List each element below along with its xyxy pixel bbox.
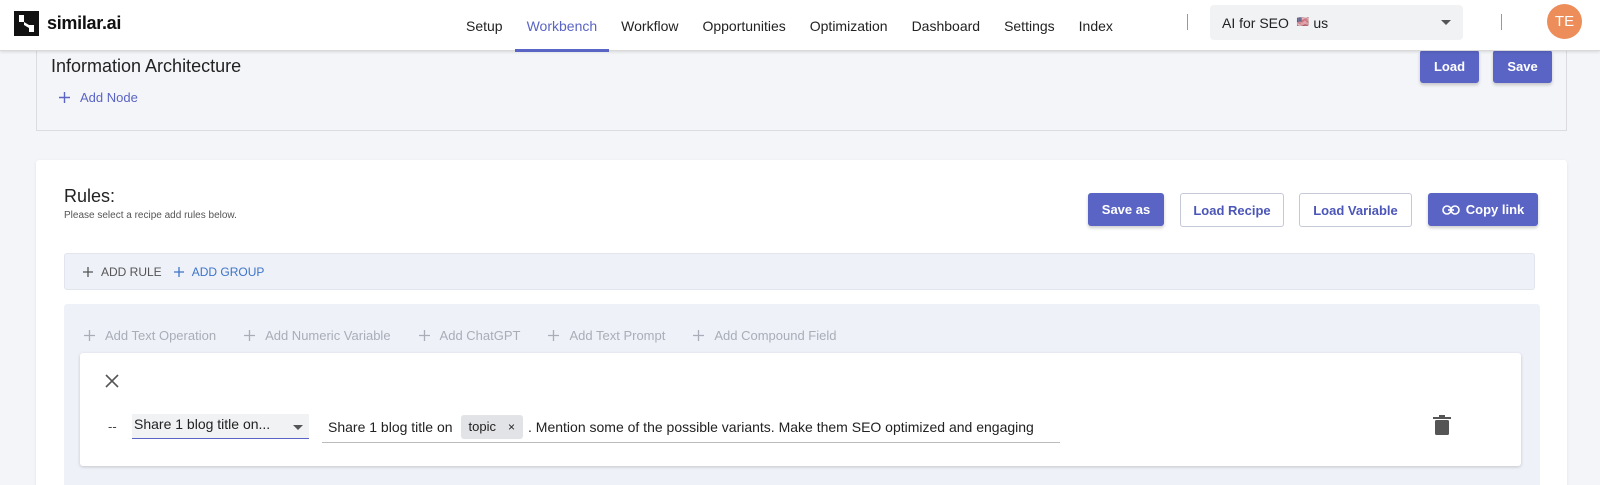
add-numeric-variable-button[interactable]: Add Numeric Variable bbox=[244, 328, 391, 343]
prompt-text-after: . Mention some of the possible variants.… bbox=[528, 418, 1034, 435]
information-architecture-panel: Information Architecture Add Node Load S… bbox=[36, 42, 1567, 131]
project-name: AI for SEO bbox=[1222, 14, 1289, 31]
chip-label: topic bbox=[468, 419, 496, 434]
link-icon bbox=[1441, 204, 1460, 215]
nav-optimization[interactable]: Optimization bbox=[798, 0, 900, 51]
add-compound-field-button[interactable]: Add Compound Field bbox=[693, 328, 837, 343]
nav-workflow[interactable]: Workflow bbox=[609, 0, 690, 51]
variable-chip[interactable]: topic × bbox=[460, 414, 524, 439]
add-text-prompt-button[interactable]: Add Text Prompt bbox=[548, 328, 665, 343]
brand-name: similar.ai bbox=[47, 13, 122, 33]
close-icon[interactable] bbox=[102, 371, 122, 391]
plus-icon bbox=[84, 330, 95, 341]
operation-toolbar: Add Text Operation Add Numeric Variable … bbox=[84, 328, 837, 343]
copy-link-label: Copy link bbox=[1465, 202, 1525, 217]
add-node-label: Add Node bbox=[80, 90, 138, 105]
ia-title: Information Architecture bbox=[51, 56, 242, 76]
plus-icon bbox=[418, 330, 430, 341]
add-chatgpt-button[interactable]: Add ChatGPT bbox=[418, 328, 521, 343]
nav-divider bbox=[1187, 14, 1188, 30]
add-group-button[interactable]: ADD GROUP bbox=[173, 264, 265, 279]
nav-opportunities[interactable]: Opportunities bbox=[690, 0, 797, 51]
rules-subtitle: Please select a recipe add rules below. bbox=[64, 210, 237, 221]
top-nav-bar: similar.ai Setup Workbench Workflow Oppo… bbox=[0, 0, 1600, 52]
plus-icon bbox=[173, 266, 184, 277]
op-label: Add Text Operation bbox=[105, 328, 217, 343]
caret-down-icon bbox=[1441, 20, 1451, 25]
plus-icon bbox=[244, 330, 256, 341]
load-variable-button[interactable]: Load Variable bbox=[1299, 193, 1412, 227]
prompt-input[interactable]: Share 1 blog title on topic × . Mention … bbox=[322, 411, 1060, 443]
op-label: Add ChatGPT bbox=[439, 328, 521, 343]
copy-link-button[interactable]: Copy link bbox=[1428, 193, 1538, 226]
plus-icon bbox=[59, 92, 70, 103]
add-text-operation-button[interactable]: Add Text Operation bbox=[84, 328, 216, 343]
nav-divider bbox=[1501, 14, 1502, 30]
main-nav: Setup Workbench Workflow Opportunities O… bbox=[454, 0, 1125, 52]
add-rule-label: ADD RULE bbox=[101, 264, 162, 279]
rule-group: Add Text Operation Add Numeric Variable … bbox=[64, 304, 1540, 485]
rule-toolbar: ADD RULE ADD GROUP bbox=[64, 253, 1535, 290]
us-flag-icon: 🇺🇸 bbox=[1296, 17, 1310, 28]
plus-icon bbox=[693, 330, 705, 341]
op-label: Add Numeric Variable bbox=[265, 328, 391, 343]
plus-icon bbox=[83, 266, 93, 277]
nav-setup[interactable]: Setup bbox=[454, 0, 515, 51]
save-as-button[interactable]: Save as bbox=[1088, 193, 1164, 226]
load-button[interactable]: Load bbox=[1420, 50, 1479, 83]
nav-index[interactable]: Index bbox=[1067, 0, 1125, 51]
caret-down-icon bbox=[293, 425, 303, 430]
save-button[interactable]: Save bbox=[1493, 50, 1552, 83]
rules-title: Rules: bbox=[64, 186, 116, 206]
add-rule-button[interactable]: ADD RULE bbox=[83, 265, 162, 279]
trash-icon[interactable] bbox=[1433, 415, 1451, 435]
similar-ai-logo-icon bbox=[14, 11, 39, 36]
recipe-select[interactable]: Share 1 blog title on... bbox=[132, 414, 309, 439]
project-country: us bbox=[1313, 14, 1329, 31]
rules-panel: Rules: Please select a recipe add rules … bbox=[36, 160, 1567, 485]
op-label: Add Compound Field bbox=[714, 328, 837, 343]
rule-item: -- Share 1 blog title on... Share 1 blog… bbox=[80, 353, 1521, 466]
project-selector[interactable]: AI for SEO 🇺🇸 us bbox=[1210, 5, 1463, 40]
prompt-text-before: Share 1 blog title on bbox=[328, 418, 453, 435]
plus-icon bbox=[548, 330, 560, 341]
nav-dashboard[interactable]: Dashboard bbox=[900, 0, 993, 51]
op-label: Add Text Prompt bbox=[569, 328, 666, 343]
add-group-label: ADD GROUP bbox=[191, 264, 265, 279]
nav-workbench[interactable]: Workbench bbox=[514, 0, 610, 52]
chip-remove-icon[interactable]: × bbox=[508, 420, 515, 434]
rule-prefix: -- bbox=[108, 419, 117, 434]
load-recipe-button[interactable]: Load Recipe bbox=[1180, 193, 1284, 227]
add-node-button[interactable]: Add Node bbox=[59, 90, 138, 105]
user-avatar[interactable]: TE bbox=[1547, 4, 1582, 39]
nav-settings[interactable]: Settings bbox=[992, 0, 1067, 51]
brand-logo[interactable]: similar.ai bbox=[14, 11, 121, 36]
recipe-select-value: Share 1 blog title on... bbox=[134, 416, 271, 432]
